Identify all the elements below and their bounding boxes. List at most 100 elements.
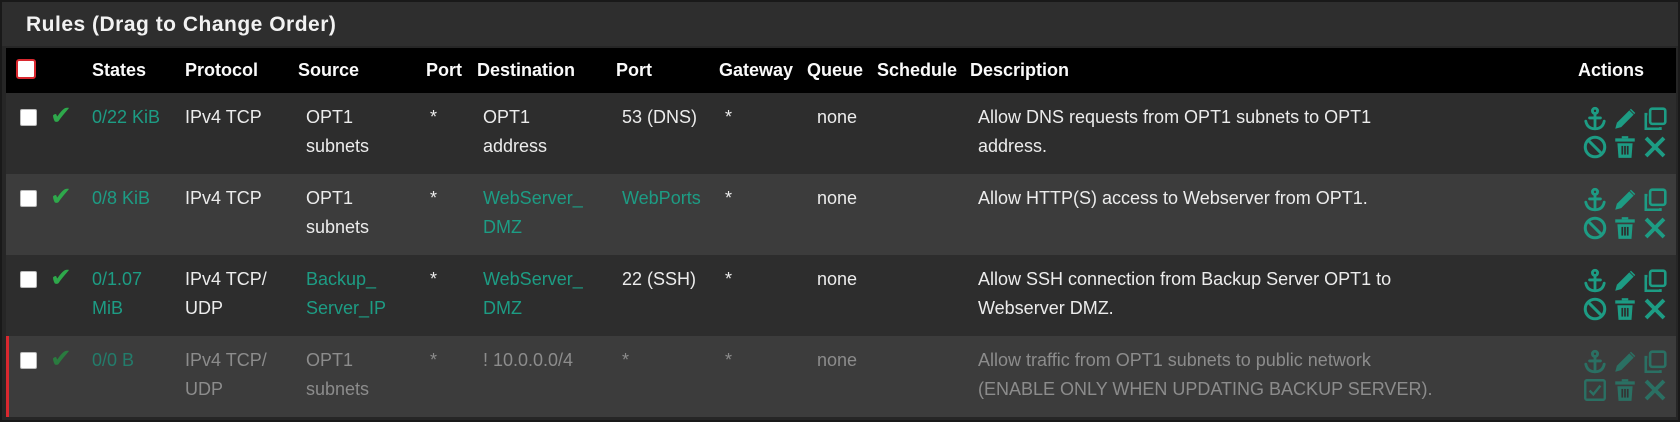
queue-cell: none [817,350,858,370]
rules-panel: Rules (Drag to Change Order) States Prot… [0,0,1680,422]
col-protocol: Protocol [185,60,259,80]
anchor-icon[interactable] [1580,267,1610,295]
destination-cell: WebServer_ DMZ [483,188,583,237]
states-link[interactable]: 0/1.07 MiB [92,269,142,318]
row-checkbox[interactable] [20,190,37,207]
col-gateway: Gateway [719,60,794,80]
pencil-icon[interactable] [1610,267,1640,295]
states-link[interactable]: 0/0 B [92,350,134,370]
queue-cell: none [817,269,858,289]
queue-cell: none [817,107,858,127]
source-cell: OPT1 subnets [306,350,370,399]
source-cell: OPT1 subnets [306,188,370,237]
protocol-cell: IPv4 TCP/UDP [185,269,267,318]
gateway-cell: * [725,269,733,289]
trash-icon[interactable] [1610,133,1640,161]
source-cell: Backup_ Server_IP [306,269,387,318]
trash-icon[interactable] [1610,214,1640,242]
select-all-cell [6,48,44,93]
states-cell[interactable]: 0/1.07 MiB [86,255,179,336]
col-dest-port: Port [616,60,652,80]
ban-icon[interactable] [1580,133,1610,161]
table-row[interactable]: ✔ 0/8 KiB IPv4 TCP OPT1 subnets * WebServ… [6,174,1676,255]
protocol-cell: IPv4 TCP/UDP [185,350,267,399]
trash-icon[interactable] [1610,295,1640,323]
close-icon[interactable] [1640,376,1670,404]
actions-cell [1440,174,1676,255]
states-link[interactable]: 0/22 KiB [92,107,160,127]
col-actions: Actions [1578,60,1645,80]
description-cell: Allow traffic from OPT1 subnets to publi… [978,350,1433,399]
protocol-cell: IPv4 TCP [185,188,262,208]
table-header: States Protocol Source Port Destination … [6,48,1676,93]
checkbox-icon[interactable] [1580,376,1610,404]
dest-port-cell: WebPorts [622,188,701,208]
pencil-icon[interactable] [1610,348,1640,376]
states-cell[interactable]: 0/22 KiB [86,93,179,174]
select-all-checkbox[interactable] [16,59,36,79]
close-icon[interactable] [1640,214,1670,242]
schedule-cell [871,93,964,174]
source-port-cell: * [430,188,438,208]
col-queue: Queue [807,60,864,80]
actions-cell [1440,336,1676,417]
schedule-cell [871,255,964,336]
row-checkbox[interactable] [20,271,37,288]
row-checkbox[interactable] [20,352,37,369]
pass-check-icon: ✔ [50,181,72,211]
dest-port-cell: 53 (DNS) [622,107,698,127]
col-schedule: Schedule [877,60,958,80]
col-destination: Destination [477,60,576,80]
ban-icon[interactable] [1580,295,1610,323]
dest-port-cell: 22 (SSH) [622,269,697,289]
schedule-cell [871,336,964,417]
queue-cell: none [817,188,858,208]
source-port-cell: * [430,107,438,127]
table-row[interactable]: ✔ 0/1.07 MiB IPv4 TCP/UDP Backup_ Server_I… [6,255,1676,336]
description-cell: Allow SSH connection from Backup Server … [978,269,1392,318]
col-port: Port [426,60,462,80]
table-row[interactable]: ✔ 0/22 KiB IPv4 TCP OPT1 subnets * OPT1 ad… [6,93,1676,174]
states-cell[interactable]: 0/0 B [86,336,179,417]
col-description: Description [970,60,1070,80]
states-link[interactable]: 0/8 KiB [92,188,150,208]
ban-icon[interactable] [1580,214,1610,242]
source-port-cell: * [430,350,438,370]
description-cell: Allow HTTP(S) access to Webserver from O… [978,188,1368,208]
table-row[interactable]: ✔ 0/0 B IPv4 TCP/UDP OPT1 subnets * ! 10.… [6,336,1676,417]
protocol-cell: IPv4 TCP [185,107,262,127]
source-port-cell: * [430,269,438,289]
panel-title: Rules (Drag to Change Order) [2,2,1678,46]
dest-port-cell: * [622,350,630,370]
destination-cell: WebServer_ DMZ [483,269,583,318]
pencil-icon[interactable] [1610,186,1640,214]
close-icon[interactable] [1640,133,1670,161]
gateway-cell: * [725,107,733,127]
pass-check-icon: ✔ [50,100,72,130]
col-source: Source [298,60,360,80]
anchor-icon[interactable] [1580,348,1610,376]
copy-icon[interactable] [1640,186,1670,214]
anchor-icon[interactable] [1580,105,1610,133]
destination-cell: ! 10.0.0.0/4 [483,350,574,370]
rules-table: States Protocol Source Port Destination … [6,48,1676,417]
trash-icon[interactable] [1610,376,1640,404]
anchor-icon[interactable] [1580,186,1610,214]
col-states: States [92,60,147,80]
copy-icon[interactable] [1640,105,1670,133]
actions-cell [1440,93,1676,174]
source-cell: OPT1 subnets [306,107,370,156]
gateway-cell: * [725,350,733,370]
close-icon[interactable] [1640,295,1670,323]
pass-check-icon: ✔ [50,262,72,292]
row-checkbox[interactable] [20,109,37,126]
copy-icon[interactable] [1640,348,1670,376]
copy-icon[interactable] [1640,267,1670,295]
gateway-cell: * [725,188,733,208]
pencil-icon[interactable] [1610,105,1640,133]
pass-check-icon: ✔ [50,343,72,373]
destination-cell: OPT1 address [483,107,548,156]
states-cell[interactable]: 0/8 KiB [86,174,179,255]
schedule-cell [871,174,964,255]
description-cell: Allow DNS requests from OPT1 subnets to … [978,107,1372,156]
